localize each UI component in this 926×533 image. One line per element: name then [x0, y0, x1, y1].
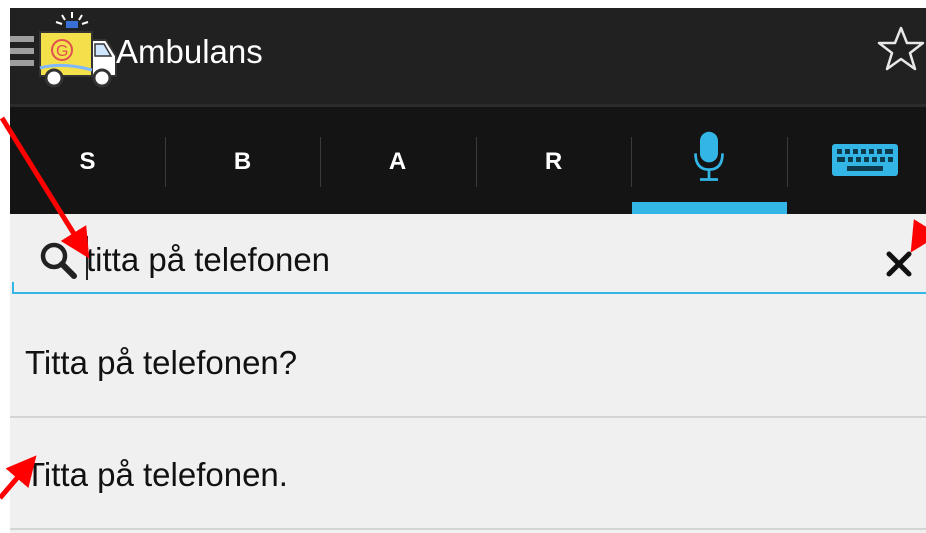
tab-s[interactable]: S: [10, 107, 165, 214]
svg-text:G: G: [56, 43, 68, 60]
tab-label: A: [388, 148, 407, 175]
search-icon: [40, 242, 77, 279]
action-bar: G Ambulans: [10, 8, 926, 104]
suggestion-text: Titta på telefonen?: [25, 344, 298, 381]
tab-r[interactable]: R: [476, 107, 631, 214]
search-input[interactable]: [86, 236, 846, 284]
search-bar: [10, 214, 926, 306]
search-underline: [12, 292, 926, 294]
tab-a[interactable]: A: [320, 107, 475, 214]
suggestion-text: Titta på telefonen.: [25, 456, 288, 493]
tab-microphone[interactable]: [632, 107, 787, 214]
tab-bar: S B A R: [10, 104, 926, 214]
app-title: Ambulans: [116, 33, 263, 70]
suggestion-list: Titta på telefonen? Titta på telefonen.: [10, 306, 926, 530]
tab-b[interactable]: B: [165, 107, 320, 214]
tab-label: R: [544, 148, 563, 175]
tab-keyboard[interactable]: [787, 107, 926, 214]
keyboard-icon: [832, 144, 898, 176]
tab-label: S: [79, 148, 96, 175]
text-cursor: [86, 236, 88, 280]
tab-label: B: [233, 148, 252, 175]
suggestion-item[interactable]: Titta på telefonen?: [10, 306, 926, 418]
app-screen: G Ambulans S B A R titta på telefonen Ti…: [10, 8, 926, 533]
suggestion-item[interactable]: Titta på telefonen.: [10, 418, 926, 530]
microphone-icon: [694, 131, 724, 181]
star-outline-icon[interactable]: [876, 24, 926, 74]
close-icon[interactable]: [885, 250, 913, 278]
selected-tab-indicator: [632, 202, 787, 214]
ambulance-icon[interactable]: G: [32, 10, 120, 92]
